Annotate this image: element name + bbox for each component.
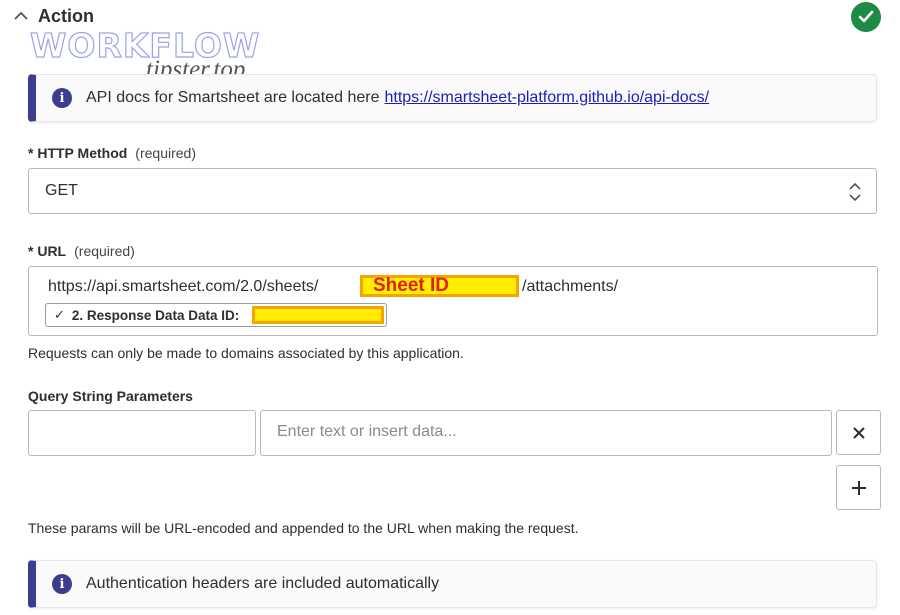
required-hint: (required): [74, 243, 135, 259]
url-suffix-text: /attachments/: [522, 278, 619, 295]
query-param-value-input[interactable]: Enter text or insert data...: [260, 410, 832, 456]
remove-param-button[interactable]: [836, 410, 881, 455]
add-param-button[interactable]: [836, 465, 881, 510]
http-method-label: * HTTP Method (required): [28, 145, 196, 161]
url-label: * URL (required): [28, 243, 135, 259]
plus-icon: [851, 480, 866, 495]
query-param-key-input[interactable]: [28, 410, 256, 456]
check-circle-icon: [851, 2, 881, 32]
action-section-header[interactable]: Action: [10, 4, 94, 28]
url-input[interactable]: https://api.smartsheet.com/2.0/sheets/ S…: [28, 266, 878, 336]
query-params-help-text: These params will be URL-encoded and app…: [28, 520, 579, 536]
data-token-pill[interactable]: ✓ 2. Response Data Data ID:: [45, 303, 387, 327]
http-method-label-text: * HTTP Method: [28, 145, 128, 161]
url-help-text: Requests can only be made to domains ass…: [28, 345, 464, 361]
close-icon: [852, 426, 865, 439]
query-param-value-placeholder: Enter text or insert data...: [277, 423, 457, 440]
chevron-up-icon[interactable]: [10, 5, 32, 27]
api-docs-link[interactable]: https://smartsheet-platform.github.io/ap…: [384, 89, 709, 107]
chevron-up-down-icon: [848, 181, 862, 203]
section-title: Action: [38, 5, 94, 26]
http-method-value: GET: [45, 182, 78, 199]
url-label-text: * URL: [28, 243, 67, 259]
token-value-redaction: [252, 306, 384, 324]
info-icon: i: [52, 88, 72, 108]
http-method-select[interactable]: GET: [28, 168, 877, 214]
auth-headers-notice: i Authentication headers are included au…: [28, 560, 877, 608]
sheet-id-redaction: Sheet ID: [360, 275, 519, 297]
check-icon: ✓: [54, 307, 65, 322]
required-hint: (required): [135, 145, 196, 161]
api-docs-text: API docs for Smartsheet are located here: [86, 89, 380, 106]
url-prefix-text: https://api.smartsheet.com/2.0/sheets/: [48, 278, 319, 295]
api-docs-notice: i API docs for Smartsheet are located he…: [28, 74, 877, 122]
query-params-label: Query String Parameters: [28, 388, 193, 404]
data-token-label: 2. Response Data Data ID:: [71, 307, 240, 323]
sheet-id-redaction-label: Sheet ID: [373, 275, 450, 296]
info-icon: i: [52, 574, 72, 594]
auth-headers-text: Authentication headers are included auto…: [86, 575, 440, 592]
